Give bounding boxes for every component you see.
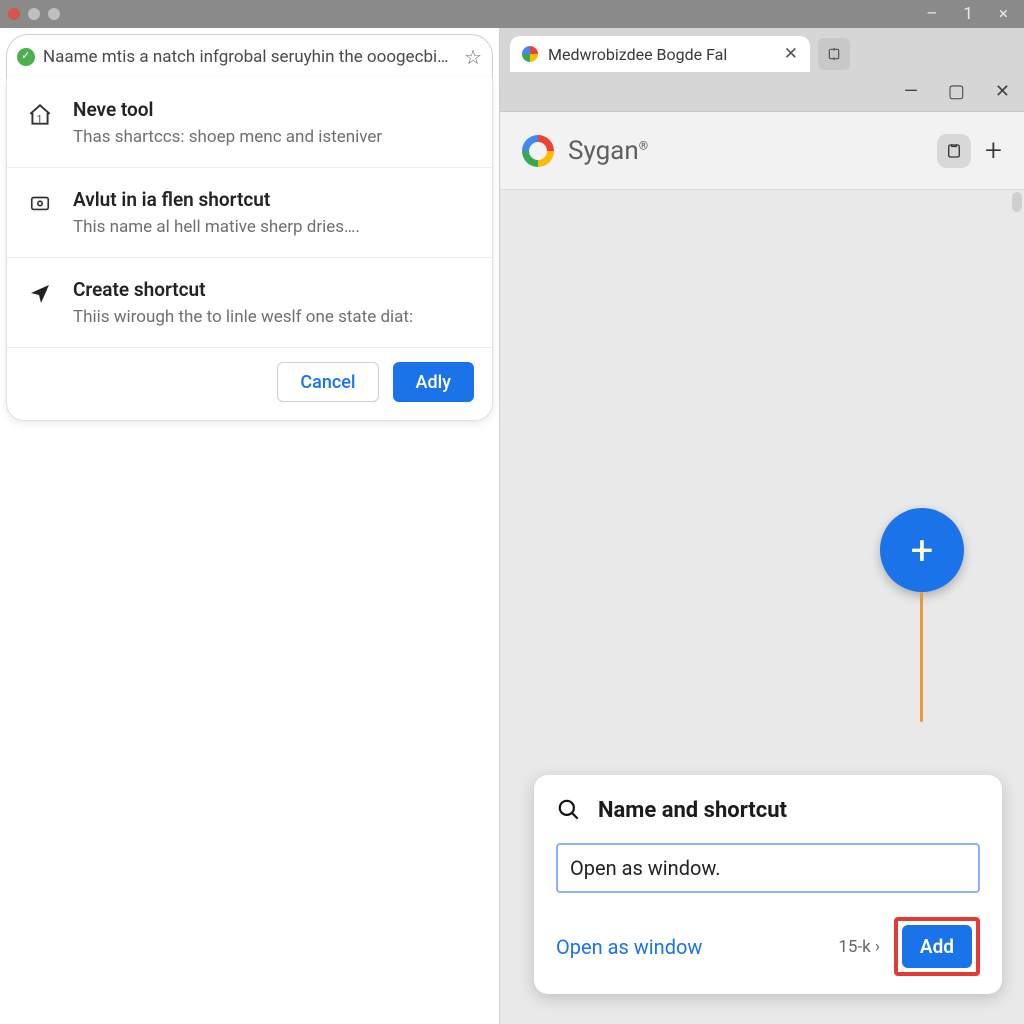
window-titlebar: – 1 × xyxy=(0,0,1024,28)
suggestion-desc: Thiis wirough the to linle weslf one sta… xyxy=(73,307,413,327)
confirm-button[interactable]: Adly xyxy=(393,362,474,402)
fab-add-button[interactable]: + xyxy=(880,508,964,592)
omnibox-text[interactable]: Naame mtis a natch infgrobal seruyhin th… xyxy=(43,47,456,67)
browser-tab[interactable]: Medwrobizdee Bogde Fal ✕ xyxy=(510,36,810,72)
home-icon: 1 xyxy=(25,98,55,128)
chevron-right-icon: › xyxy=(875,937,880,957)
shortcut-name-input[interactable] xyxy=(556,843,980,893)
dialog-title: Name and shortcut xyxy=(598,798,787,823)
add-button-highlight: Add xyxy=(894,917,980,976)
camera-icon xyxy=(25,188,55,214)
right-pane: Medwrobizdee Bogde Fal ✕ — ▢ ✕ Sygan® + … xyxy=(500,28,1024,1024)
location-arrow-icon xyxy=(25,278,55,306)
win-minimize[interactable]: – xyxy=(926,4,937,24)
win-title-hint: 1 xyxy=(963,4,973,24)
cancel-button[interactable]: Cancel xyxy=(277,362,378,402)
traffic-lights xyxy=(8,8,60,20)
close-icon[interactable]: ✕ xyxy=(995,81,1010,102)
open-as-window-link[interactable]: Open as window xyxy=(556,935,702,959)
svg-text:1: 1 xyxy=(37,115,42,126)
tab-label: Medwrobizdee Bogde Fal xyxy=(548,45,774,64)
add-button[interactable]: Add xyxy=(902,925,972,968)
dialog-meta: 15-k › xyxy=(838,937,880,957)
zoom-dot[interactable] xyxy=(48,8,60,20)
suggestion-row[interactable]: 1 Neve tool Thas shartccs: shoep menc an… xyxy=(7,78,492,168)
maximize-icon[interactable]: ▢ xyxy=(948,81,965,102)
bookmark-star-icon[interactable]: ☆ xyxy=(464,45,482,69)
window-toolbar: — ▢ ✕ xyxy=(500,72,1024,112)
suggestion-desc: Thas shartccs: shoep menc and isteniver xyxy=(73,127,382,147)
brand-name: Sygan® xyxy=(568,136,648,166)
omnibox[interactable]: Naame mtis a natch infgrobal seruyhin th… xyxy=(6,34,493,78)
page-header: Sygan® + xyxy=(500,112,1024,190)
suggestion-card: 1 Neve tool Thas shartccs: shoep menc an… xyxy=(6,78,493,421)
minimize-dot[interactable] xyxy=(28,8,40,20)
suggestion-actions: Cancel Adly xyxy=(7,348,492,420)
new-tab-plus-icon[interactable]: + xyxy=(985,133,1002,168)
site-secure-icon xyxy=(17,48,35,66)
suggestion-row[interactable]: Create shortcut Thiis wirough the to lin… xyxy=(7,258,492,348)
suggestion-title: Avlut in ia flen shortcut xyxy=(73,188,360,211)
create-shortcut-dialog: Name and shortcut Open as window 15-k › … xyxy=(534,775,1002,994)
close-dot[interactable] xyxy=(8,8,20,20)
suggestion-title: Neve tool xyxy=(73,98,382,121)
minimize-icon[interactable]: — xyxy=(904,81,918,102)
tab-favicon-icon xyxy=(522,46,538,62)
window-controls: – 1 × xyxy=(926,4,1008,24)
suggestion-row[interactable]: Avlut in ia flen shortcut This name al h… xyxy=(7,168,492,258)
tab-strip: Medwrobizdee Bogde Fal ✕ xyxy=(500,28,1024,72)
scrollbar-thumb[interactable] xyxy=(1012,192,1022,212)
tab-close-icon[interactable]: ✕ xyxy=(784,44,798,64)
search-icon xyxy=(556,797,582,823)
suggestion-desc: This name al hell mative sherp dries…. xyxy=(73,217,360,237)
app-icon[interactable] xyxy=(937,134,971,168)
win-close[interactable]: × xyxy=(999,4,1008,24)
callout-connector xyxy=(920,592,923,722)
google-logo-icon xyxy=(522,135,554,167)
left-pane: Naame mtis a natch infgrobal seruyhin th… xyxy=(0,28,500,1024)
suggestion-title: Create shortcut xyxy=(73,278,413,301)
extension-icon[interactable] xyxy=(818,38,850,70)
